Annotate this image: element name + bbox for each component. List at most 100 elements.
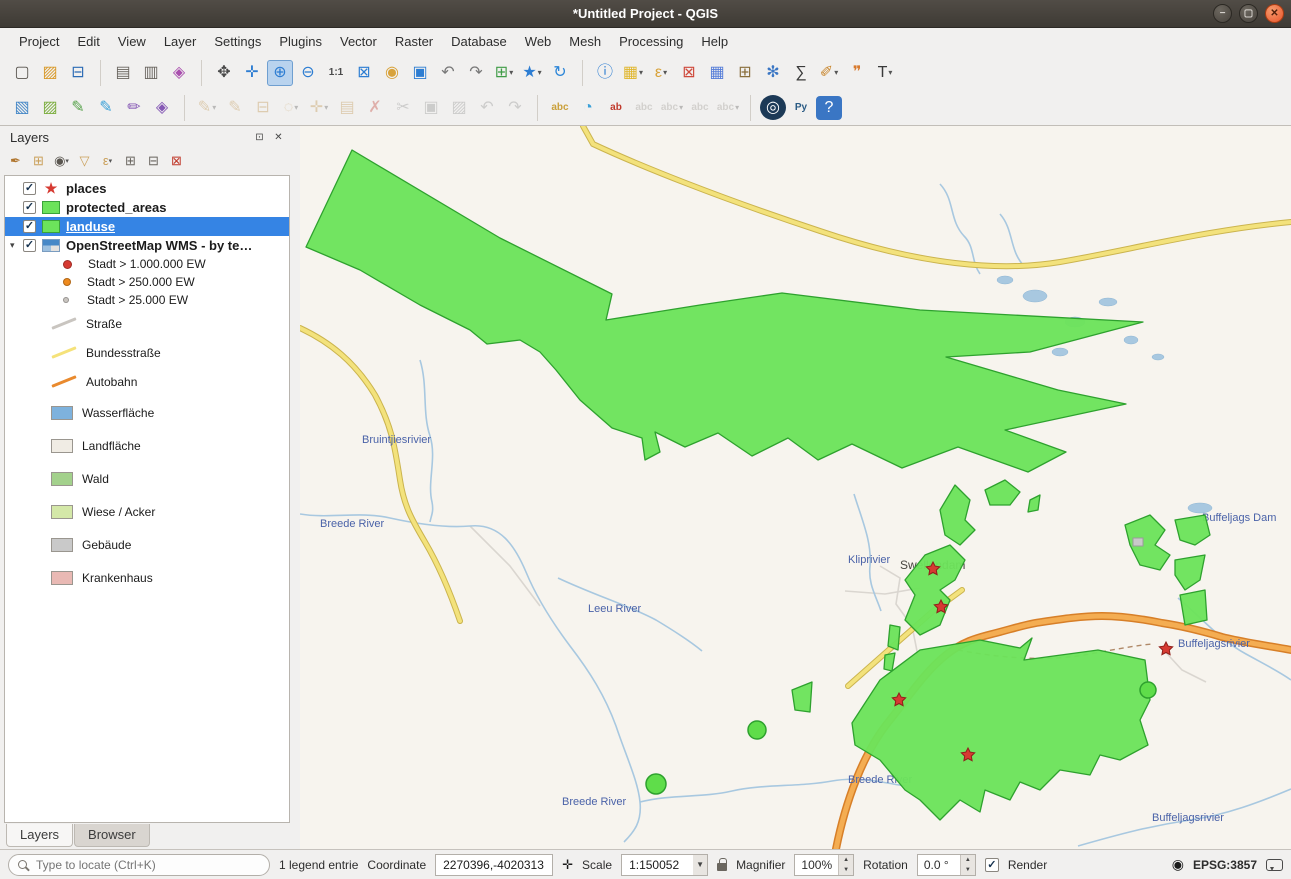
locate-search[interactable]: [8, 854, 270, 876]
panel-toolbar-button[interactable]: ⊞: [120, 150, 141, 171]
layer-checkbox[interactable]: ✓: [23, 201, 36, 214]
toolbar-button[interactable]: ↷: [502, 95, 528, 121]
rotation-down-icon[interactable]: ▼: [961, 865, 975, 875]
coordinate-box[interactable]: [435, 854, 553, 876]
scale-input[interactable]: [627, 857, 688, 873]
menu-item[interactable]: Help: [692, 30, 737, 53]
panel-toolbar-button[interactable]: ⊠: [166, 150, 187, 171]
toolbar-button[interactable]: ◈: [166, 60, 192, 86]
toolbar-button[interactable]: ▨: [37, 60, 63, 86]
toolbar-button[interactable]: ▤: [110, 60, 136, 86]
dropdown-arrow-icon[interactable]: ▾: [294, 103, 298, 112]
layer-checkbox[interactable]: ✓: [23, 239, 36, 252]
dropdown-arrow-icon[interactable]: ▾: [109, 157, 113, 165]
legend-item[interactable]: Stadt > 25.000 EW: [5, 291, 289, 309]
menu-item[interactable]: Settings: [205, 30, 270, 53]
dropdown-arrow-icon[interactable]: ▾: [663, 68, 667, 77]
toolbar-button[interactable]: ✏: [121, 95, 147, 121]
dropdown-arrow-icon[interactable]: ▾: [735, 103, 739, 112]
crs-icon[interactable]: ◉: [1172, 856, 1184, 873]
toolbar-button[interactable]: ⊠: [351, 60, 377, 86]
toolbar-button[interactable]: ✂: [390, 95, 416, 121]
rotation-up-icon[interactable]: ▲: [961, 855, 975, 865]
toolbar-button[interactable]: ✎: [65, 95, 91, 121]
dropdown-arrow-icon[interactable]: ▾: [888, 68, 892, 77]
dropdown-arrow-icon[interactable]: ▾: [834, 68, 838, 77]
menu-item[interactable]: Processing: [610, 30, 692, 53]
toolbar-button[interactable]: ▨: [37, 95, 63, 121]
toolbar-button[interactable]: abc: [631, 95, 657, 121]
render-checkbox[interactable]: [985, 858, 999, 872]
toolbar-button[interactable]: ❞: [844, 60, 870, 86]
scale-lock-icon[interactable]: [717, 863, 727, 871]
toolbar-button[interactable]: ⊞ ▾: [491, 60, 517, 86]
toolbar-button[interactable]: ✎ ▾: [194, 95, 220, 121]
crs-value[interactable]: EPSG:3857: [1193, 858, 1257, 872]
panel-float-icon[interactable]: ⊡: [252, 130, 267, 145]
toolbar-button[interactable]: ✛ ▾: [306, 95, 332, 121]
toolbar-button[interactable]: ★ ▾: [519, 60, 545, 86]
toolbar-button[interactable]: ◉: [379, 60, 405, 86]
magnifier-spinbox[interactable]: 100% ▲▼: [794, 854, 854, 876]
map-canvas[interactable]: BruintjiesrivierBreede RiverLeeu RiverKl…: [300, 126, 1291, 849]
toolbar-button[interactable]: ▦ ▾: [620, 60, 646, 86]
toolbar-button[interactable]: 1:1: [323, 60, 349, 86]
legend-item[interactable]: Autobahn: [5, 367, 289, 396]
toolbar-button[interactable]: T ▾: [872, 60, 898, 86]
toolbar-button[interactable]: ✗: [362, 95, 388, 121]
legend-item[interactable]: Stadt > 250.000 EW: [5, 273, 289, 291]
legend-item[interactable]: Landfläche: [5, 429, 289, 462]
menu-item[interactable]: Project: [10, 30, 68, 53]
toolbar-button[interactable]: ◈: [149, 95, 175, 121]
dropdown-arrow-icon[interactable]: ▾: [639, 68, 643, 77]
toolbar-button[interactable]: ▨: [446, 95, 472, 121]
layer-row[interactable]: ✓ places: [5, 179, 289, 198]
toolbar-button[interactable]: Py: [788, 95, 814, 121]
dropdown-arrow-icon[interactable]: ▾: [212, 103, 216, 112]
panel-close-icon[interactable]: ✕: [271, 130, 286, 145]
toolbar-button[interactable]: abc: [547, 95, 573, 121]
minimize-button[interactable]: −: [1213, 4, 1232, 23]
menu-item[interactable]: Raster: [386, 30, 442, 53]
legend-item[interactable]: Stadt > 1.000.000 EW: [5, 255, 289, 273]
toolbar-button[interactable]: ↻: [547, 60, 573, 86]
toolbar-button[interactable]: ⊕: [267, 60, 293, 86]
locate-input[interactable]: [34, 857, 239, 873]
toolbar-button[interactable]: abc ▾: [659, 95, 685, 121]
legend-item[interactable]: Wiese / Acker: [5, 495, 289, 528]
toolbar-button[interactable]: abc ▾: [715, 95, 741, 121]
menu-item[interactable]: View: [109, 30, 155, 53]
magnifier-down-icon[interactable]: ▼: [839, 865, 853, 875]
toolbar-button[interactable]: ∑: [788, 60, 814, 86]
toolbar-button[interactable]: ▤: [334, 95, 360, 121]
panel-toolbar-button[interactable]: ◉ ▾: [51, 150, 72, 171]
legend-item[interactable]: Gebäude: [5, 528, 289, 561]
menu-item[interactable]: Vector: [331, 30, 386, 53]
toolbar-button[interactable]: ▦: [704, 60, 730, 86]
toolbar-button[interactable]: ◔: [575, 95, 601, 121]
panel-toolbar-button[interactable]: ▽: [74, 150, 95, 171]
toolbar-button[interactable]: ▧: [9, 95, 35, 121]
toolbar-button[interactable]: ↶: [474, 95, 500, 121]
scale-combo[interactable]: ▼: [621, 854, 708, 876]
toolbar-button[interactable]: ?: [816, 96, 842, 120]
panel-tab[interactable]: Browser: [74, 824, 150, 847]
rotation-spinbox[interactable]: 0.0 ° ▲▼: [917, 854, 976, 876]
toolbar-button[interactable]: ✐ ▾: [816, 60, 842, 86]
toolbar-button[interactable]: ▥: [138, 60, 164, 86]
layer-row[interactable]: ▾ ✓ OpenStreetMap WMS - by te…: [5, 236, 289, 255]
maximize-button[interactable]: ▢: [1239, 4, 1258, 23]
toolbar-button[interactable]: ab: [603, 95, 629, 121]
layer-checkbox[interactable]: ✓: [23, 220, 36, 233]
dropdown-arrow-icon[interactable]: ▾: [538, 68, 542, 77]
layer-row[interactable]: ✓ protected_areas: [5, 198, 289, 217]
toolbar-button[interactable]: ◌ ▾: [278, 95, 304, 121]
toolbar-button[interactable]: ⊞: [732, 60, 758, 86]
toolbar-button[interactable]: ✥: [211, 60, 237, 86]
menu-item[interactable]: Plugins: [270, 30, 331, 53]
legend-item[interactable]: Wasserfläche: [5, 396, 289, 429]
panel-toolbar-button[interactable]: ε ▾: [97, 150, 118, 171]
toolbar-button[interactable]: ↶: [435, 60, 461, 86]
legend-item[interactable]: Krankenhaus: [5, 561, 289, 594]
toolbar-button[interactable]: ✻: [760, 60, 786, 86]
